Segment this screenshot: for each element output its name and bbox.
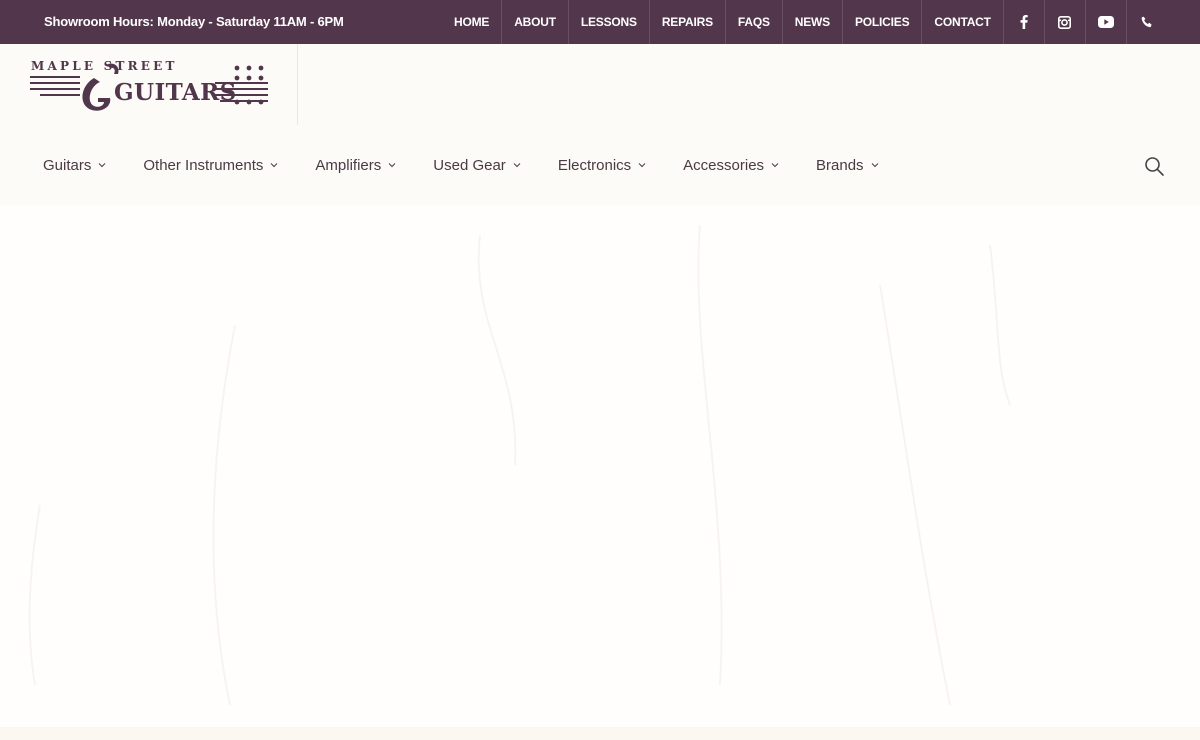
nav-item-used-gear[interactable]: Used Gear	[433, 145, 521, 185]
footer-strip	[0, 727, 1200, 740]
nav-item-amplifiers[interactable]: Amplifiers	[315, 145, 396, 185]
top-link-policies[interactable]: POLICIES	[841, 0, 921, 44]
nav-item-label: Accessories	[683, 156, 765, 174]
nav-item-label: Electronics	[557, 156, 632, 174]
top-link-faqs[interactable]: FAQS	[724, 0, 782, 44]
nav-item-label: Guitars	[43, 156, 92, 174]
nav-item-electronics[interactable]: Electronics	[558, 145, 646, 185]
chevron-down-icon	[513, 163, 521, 168]
top-bar: Showroom Hours: Monday - Saturday 11AM -…	[0, 0, 1200, 44]
nav-item-label: Other Instruments	[143, 156, 264, 174]
nav-item-accessories[interactable]: Accessories	[683, 145, 779, 185]
hero-banner	[0, 205, 1200, 727]
top-link-repairs[interactable]: REPAIRS	[648, 0, 725, 44]
chevron-down-icon	[638, 163, 646, 168]
top-link-about[interactable]: ABOUT	[501, 0, 568, 44]
logo-text-top: MAPLE STREET	[31, 59, 178, 73]
top-link-home[interactable]: HOME	[442, 0, 501, 44]
nav-item-label: Used Gear	[433, 156, 506, 174]
logo-text-main: GUITARS	[114, 79, 237, 106]
chevron-down-icon	[271, 163, 278, 168]
hero-background-image	[28, 224, 1011, 706]
youtube-icon[interactable]	[1084, 0, 1126, 44]
chevron-down-icon	[771, 163, 779, 168]
nav-item-label: Amplifiers	[315, 156, 382, 174]
nav-item-other-instruments[interactable]: Other Instruments	[143, 145, 278, 185]
showroom-hours: Showroom Hours: Monday - Saturday 11AM -…	[44, 14, 344, 29]
chevron-down-icon	[388, 163, 396, 168]
site-logo[interactable]: MAPLE STREET GUITARS	[30, 58, 270, 124]
nav-item-brands[interactable]: Brands	[816, 145, 879, 185]
top-link-contact[interactable]: CONTACT	[921, 0, 1002, 44]
main-nav: Guitars Other Instruments Amplifiers Use…	[43, 145, 916, 185]
search-icon[interactable]	[1143, 155, 1165, 177]
nav-item-guitars[interactable]: Guitars	[43, 145, 106, 185]
chevron-down-icon	[99, 163, 106, 168]
chevron-down-icon	[871, 163, 878, 168]
top-link-lessons[interactable]: LESSONS	[567, 0, 649, 44]
phone-icon[interactable]	[1125, 0, 1167, 44]
facebook-icon[interactable]	[1002, 0, 1044, 44]
top-links: HOME ABOUT LESSONS REPAIRS FAQS NEWS POL…	[442, 0, 1167, 44]
instagram-icon[interactable]	[1043, 0, 1085, 44]
site-header: MAPLE STREET GUITARS Guitars Other Instr	[0, 44, 1200, 205]
top-link-news[interactable]: NEWS	[781, 0, 842, 44]
logo-divider	[297, 44, 298, 125]
nav-item-label: Brands	[816, 156, 864, 174]
